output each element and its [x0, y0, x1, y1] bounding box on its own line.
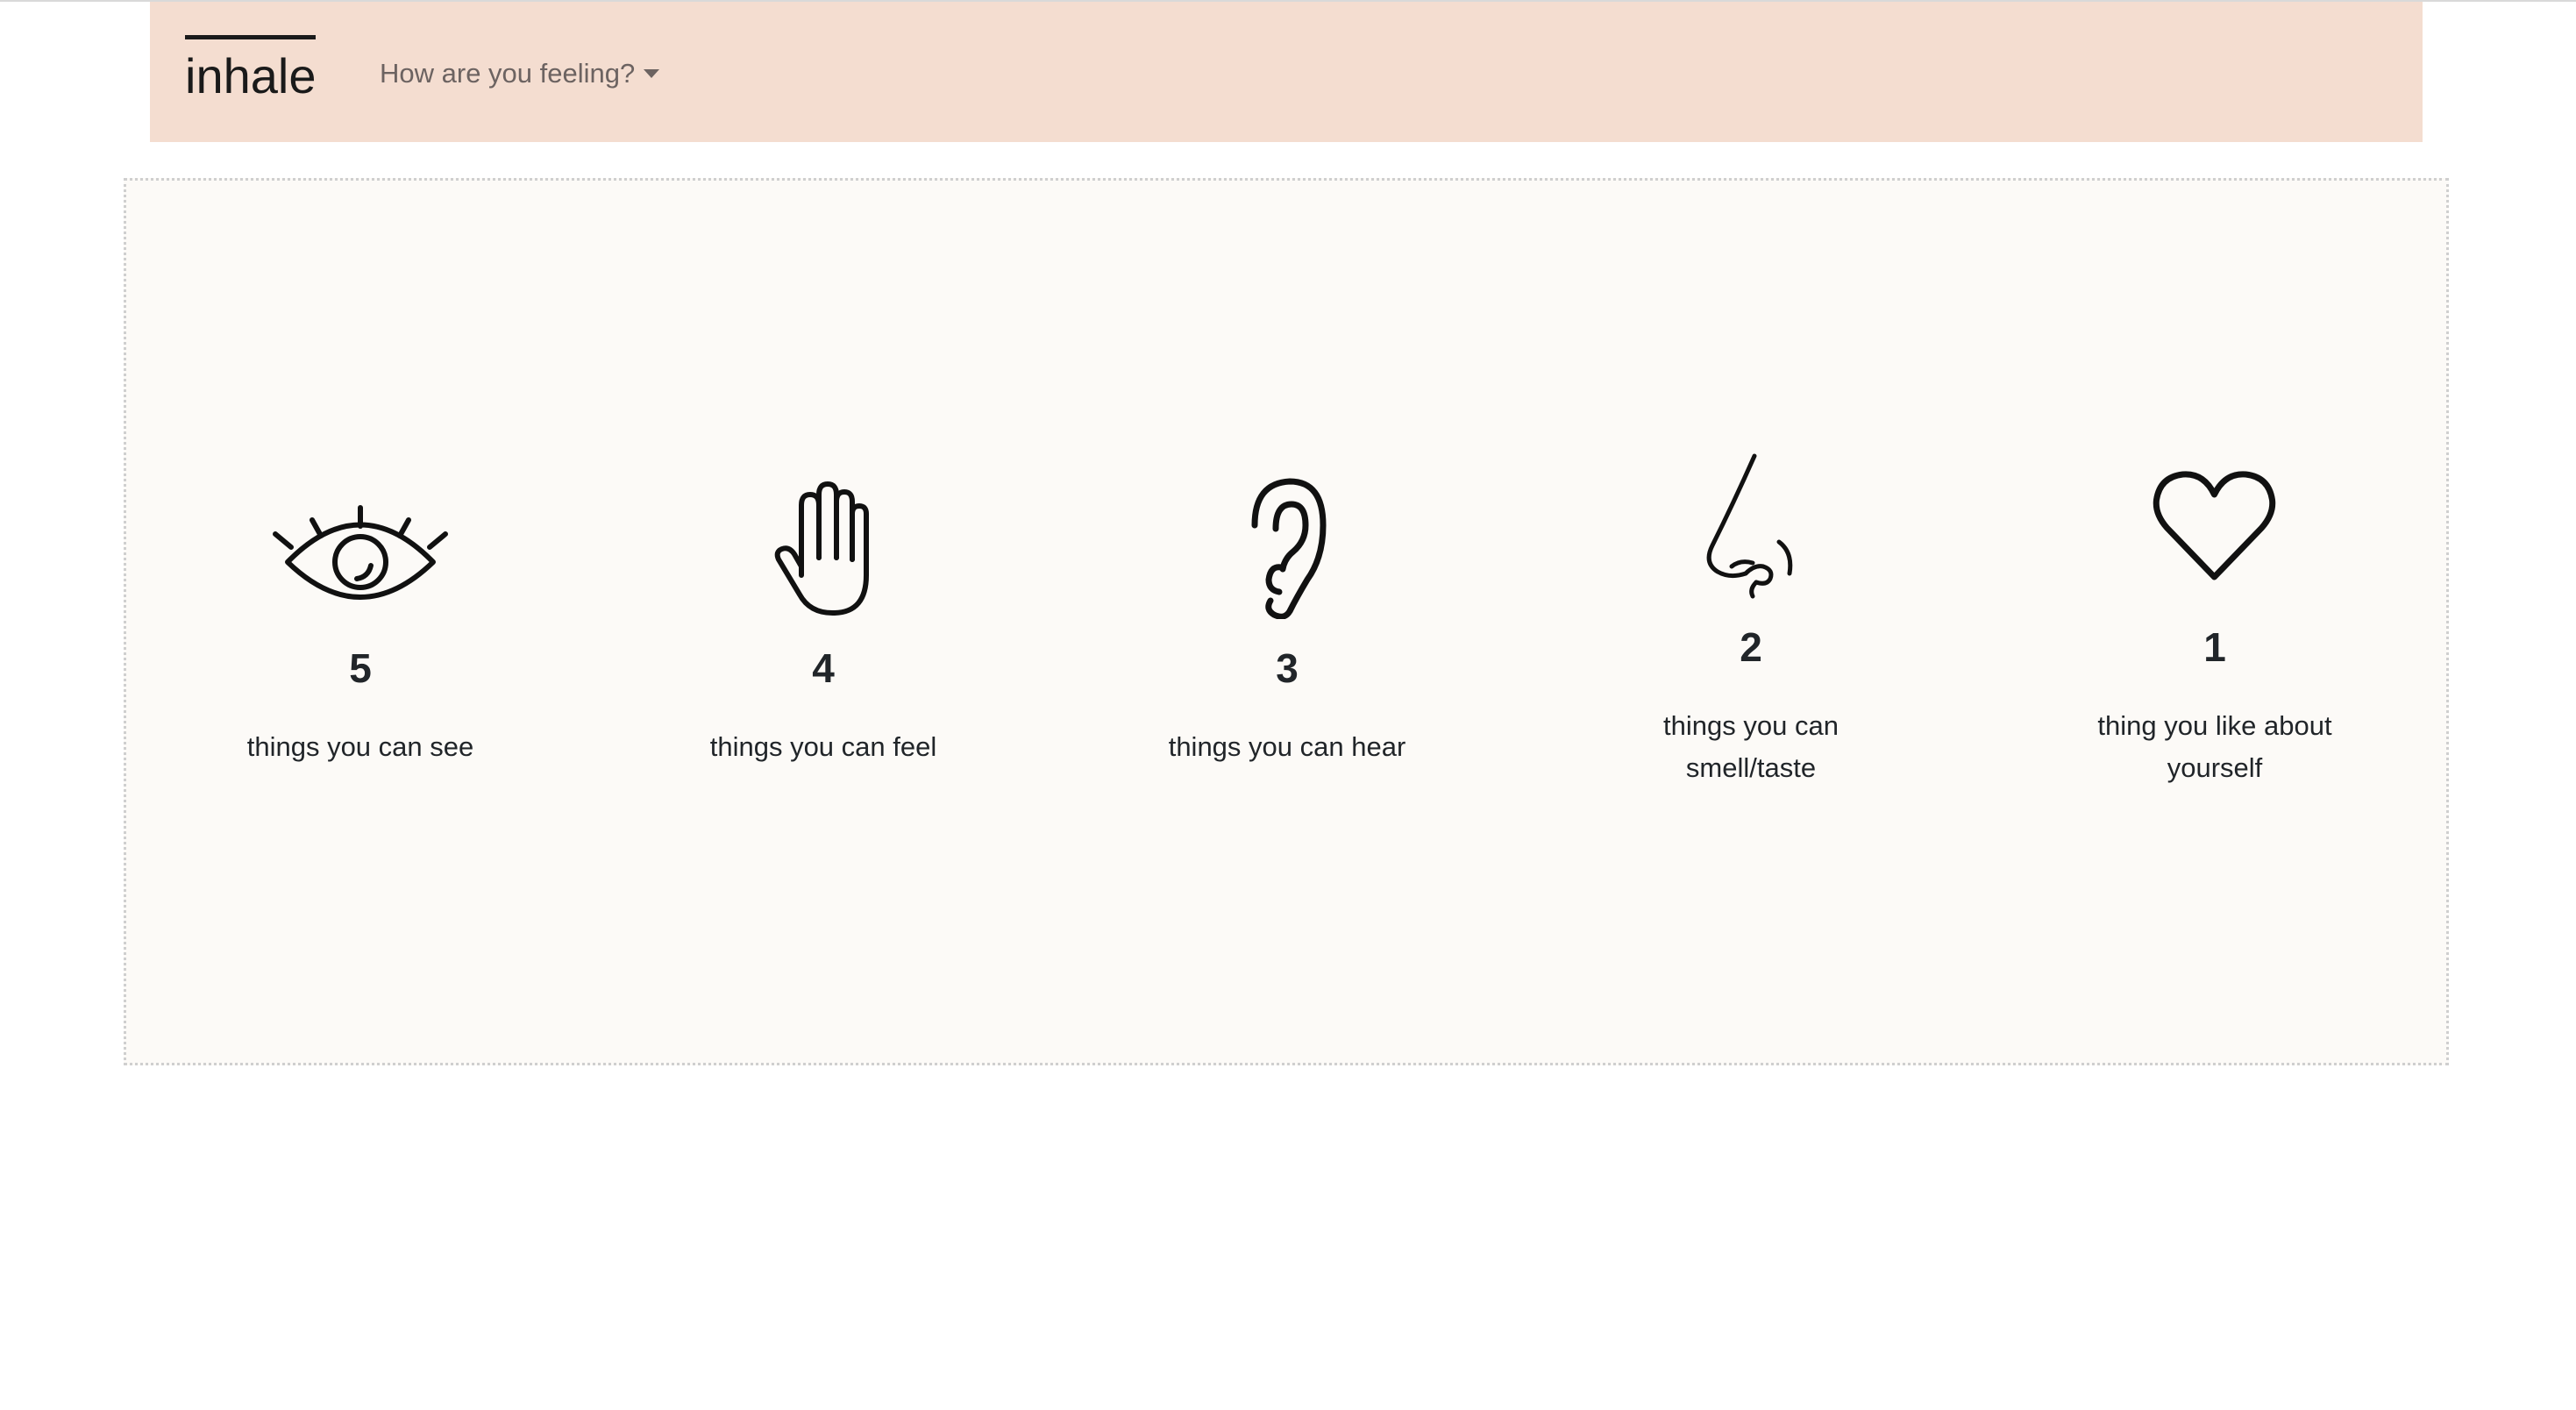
hand-icon [766, 479, 880, 619]
label-like: thing you like about yourself [2097, 710, 2332, 783]
label-smell: things you can smell/taste [1663, 710, 1839, 783]
feeling-dropdown[interactable]: How are you feeling? [380, 56, 660, 91]
heart-icon [2152, 470, 2279, 584]
feeling-dropdown-label: How are you feeling? [380, 58, 636, 89]
count-like: 1 [2203, 624, 2226, 670]
grounding-item-hear: 3 things you can hear [1112, 181, 1462, 1063]
brand-logo[interactable]: inhale [185, 35, 317, 106]
label-see: things you can see [246, 731, 474, 762]
grounding-item-feel: 4 things you can feel [648, 181, 999, 1063]
grounding-item-like: 1 thing you like about yourself [2039, 181, 2390, 1063]
count-hear: 3 [1276, 645, 1299, 691]
navbar: inhale How are you feeling? [150, 2, 2423, 142]
count-see: 5 [349, 645, 372, 691]
label-feel: things you can feel [709, 731, 937, 762]
count-smell: 2 [1740, 624, 1762, 670]
count-feel: 4 [812, 645, 835, 691]
ear-icon [1239, 474, 1335, 619]
label-hear: things you can hear [1168, 731, 1406, 762]
caret-down-icon [644, 69, 660, 78]
grounding-item-smell: 2 things you can smell/taste [1576, 181, 1926, 1063]
grounding-item-see: 5 things you can see [185, 181, 536, 1063]
grounding-panel: 5 things you can see 4 things you can fe… [124, 178, 2449, 1065]
eye-icon [268, 492, 452, 615]
nose-icon [1698, 451, 1804, 604]
